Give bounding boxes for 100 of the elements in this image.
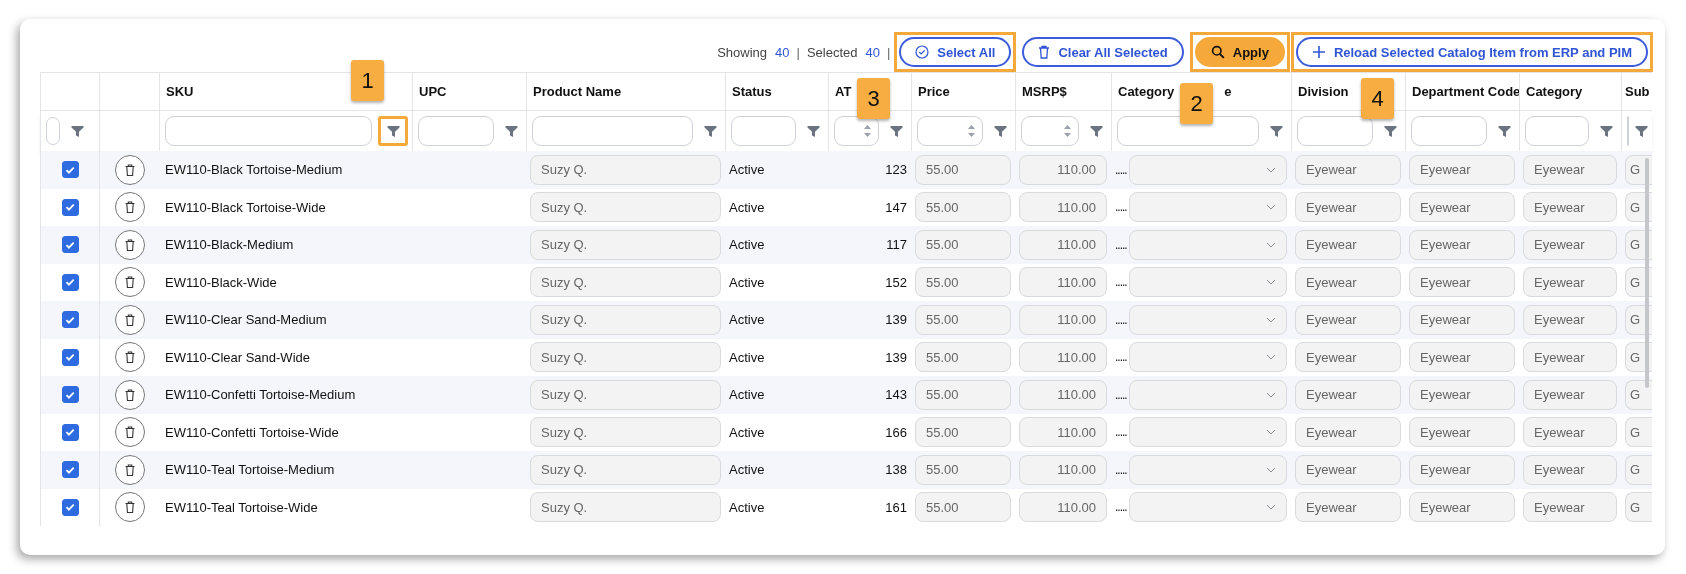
select-button[interactable]: Select All xyxy=(899,37,1012,67)
filter-button[interactable] xyxy=(378,116,408,146)
input-field[interactable]: Eyewear xyxy=(1295,342,1401,373)
input-field[interactable]: Suzy Q. xyxy=(530,492,721,523)
input-field[interactable]: 110.00 xyxy=(1019,417,1107,448)
input-field[interactable]: Eyewear xyxy=(1295,379,1401,410)
row-checkbox[interactable] xyxy=(61,423,79,441)
input-field[interactable]: 110.00 xyxy=(1019,379,1107,410)
filter-field[interactable] xyxy=(532,116,693,146)
dropdown-field[interactable] xyxy=(1128,342,1287,373)
input-field[interactable]: Eyewear xyxy=(1409,492,1515,523)
input-field[interactable]: Eyewear xyxy=(1295,492,1401,523)
input-field[interactable]: Eyewear xyxy=(1409,342,1515,373)
dropdown-field[interactable] xyxy=(1128,267,1287,298)
filter-field[interactable] xyxy=(731,116,796,146)
input-field[interactable]: G xyxy=(1625,492,1652,523)
input-field[interactable]: 55.00 xyxy=(915,379,1011,410)
input-field[interactable]: Eyewear xyxy=(1295,267,1401,298)
number-filter-field[interactable] xyxy=(1021,116,1079,146)
row-checkbox[interactable] xyxy=(61,311,79,329)
input-field[interactable]: 110.00 xyxy=(1019,192,1107,223)
delete-button[interactable] xyxy=(114,154,145,185)
input-field[interactable]: Eyewear xyxy=(1523,192,1617,223)
number-filter-field[interactable] xyxy=(917,116,983,146)
input-field[interactable]: Eyewear xyxy=(1409,304,1515,335)
input-field[interactable]: Eyewear xyxy=(1295,304,1401,335)
input-field[interactable]: 110.00 xyxy=(1019,342,1107,373)
delete-button[interactable] xyxy=(114,229,145,260)
input-field[interactable]: Eyewear xyxy=(1523,417,1617,448)
input-field[interactable]: Eyewear xyxy=(1409,192,1515,223)
input-field[interactable]: 55.00 xyxy=(915,342,1011,373)
delete-button[interactable] xyxy=(114,379,145,410)
input-field[interactable]: Eyewear xyxy=(1523,379,1617,410)
input-field[interactable]: Eyewear xyxy=(1409,379,1515,410)
row-checkbox[interactable] xyxy=(61,273,79,291)
input-field[interactable]: 55.00 xyxy=(915,267,1011,298)
row-checkbox[interactable] xyxy=(61,386,79,404)
input-field[interactable]: Eyewear xyxy=(1523,229,1617,260)
input-field[interactable]: G xyxy=(1625,454,1652,485)
input-field[interactable]: Eyewear xyxy=(1523,492,1617,523)
input-field[interactable]: Suzy Q. xyxy=(530,229,721,260)
delete-button[interactable] xyxy=(114,267,145,298)
input-field[interactable]: 55.00 xyxy=(915,154,1011,185)
input-field[interactable]: Suzy Q. xyxy=(530,342,721,373)
input-field[interactable]: 110.00 xyxy=(1019,454,1107,485)
input-field[interactable]: Suzy Q. xyxy=(530,192,721,223)
input-field[interactable]: Eyewear xyxy=(1409,454,1515,485)
dropdown-field[interactable] xyxy=(1128,417,1287,448)
input-field[interactable]: Suzy Q. xyxy=(530,417,721,448)
input-field[interactable]: Suzy Q. xyxy=(530,267,721,298)
input-field[interactable]: Eyewear xyxy=(1523,304,1617,335)
input-field[interactable]: G xyxy=(1625,379,1652,410)
input-field[interactable]: Suzy Q. xyxy=(530,454,721,485)
dropdown-field[interactable] xyxy=(1128,492,1287,523)
delete-button[interactable] xyxy=(114,304,145,335)
input-field[interactable]: 55.00 xyxy=(915,304,1011,335)
input-field[interactable]: 55.00 xyxy=(915,492,1011,523)
dropdown-field[interactable] xyxy=(1128,229,1287,260)
filter-field[interactable] xyxy=(165,116,372,146)
input-field[interactable]: 55.00 xyxy=(915,192,1011,223)
filter-field[interactable] xyxy=(418,116,494,146)
input-field[interactable]: Suzy Q. xyxy=(530,304,721,335)
input-field[interactable]: Eyewear xyxy=(1295,192,1401,223)
input-field[interactable]: Eyewear xyxy=(1523,454,1617,485)
delete-button[interactable] xyxy=(114,342,145,373)
input-field[interactable]: 55.00 xyxy=(915,417,1011,448)
dropdown-field[interactable] xyxy=(1128,379,1287,410)
input-field[interactable]: 110.00 xyxy=(1019,154,1107,185)
filter-field[interactable] xyxy=(1525,116,1589,146)
row-checkbox[interactable] xyxy=(61,461,79,479)
apply-button[interactable]: Apply xyxy=(1194,37,1285,67)
dropdown-field[interactable] xyxy=(1128,154,1287,185)
input-field[interactable]: 55.00 xyxy=(915,454,1011,485)
input-field[interactable]: 110.00 xyxy=(1019,229,1107,260)
input-field[interactable]: Eyewear xyxy=(1523,154,1617,185)
input-field[interactable]: Eyewear xyxy=(1295,417,1401,448)
delete-button[interactable] xyxy=(114,192,145,223)
delete-button[interactable] xyxy=(114,454,145,485)
dropdown-field[interactable] xyxy=(1128,304,1287,335)
input-field[interactable]: Eyewear xyxy=(1409,267,1515,298)
input-field[interactable]: Eyewear xyxy=(1523,267,1617,298)
input-field[interactable]: Eyewear xyxy=(1295,154,1401,185)
input-field[interactable]: Eyewear xyxy=(1523,342,1617,373)
input-field[interactable]: Eyewear xyxy=(1409,229,1515,260)
filter-field[interactable] xyxy=(1411,116,1487,146)
row-checkbox[interactable] xyxy=(61,198,79,216)
delete-button[interactable] xyxy=(114,492,145,523)
row-checkbox[interactable] xyxy=(61,161,79,179)
input-field[interactable]: Eyewear xyxy=(1409,417,1515,448)
input-field[interactable]: Eyewear xyxy=(1409,154,1515,185)
input-field[interactable]: 55.00 xyxy=(915,229,1011,260)
input-field[interactable]: Suzy Q. xyxy=(530,379,721,410)
input-field[interactable]: 110.00 xyxy=(1019,267,1107,298)
input-field[interactable]: G xyxy=(1625,417,1652,448)
scrollbar[interactable] xyxy=(1645,158,1649,388)
input-field[interactable]: Eyewear xyxy=(1295,454,1401,485)
clear-button[interactable]: Clear All Selected xyxy=(1022,37,1184,67)
reload-button[interactable]: Reload Selected Catalog Item from ERP and PIM xyxy=(1295,37,1648,67)
dropdown-field[interactable] xyxy=(1128,454,1287,485)
dropdown-field[interactable] xyxy=(1128,192,1287,223)
